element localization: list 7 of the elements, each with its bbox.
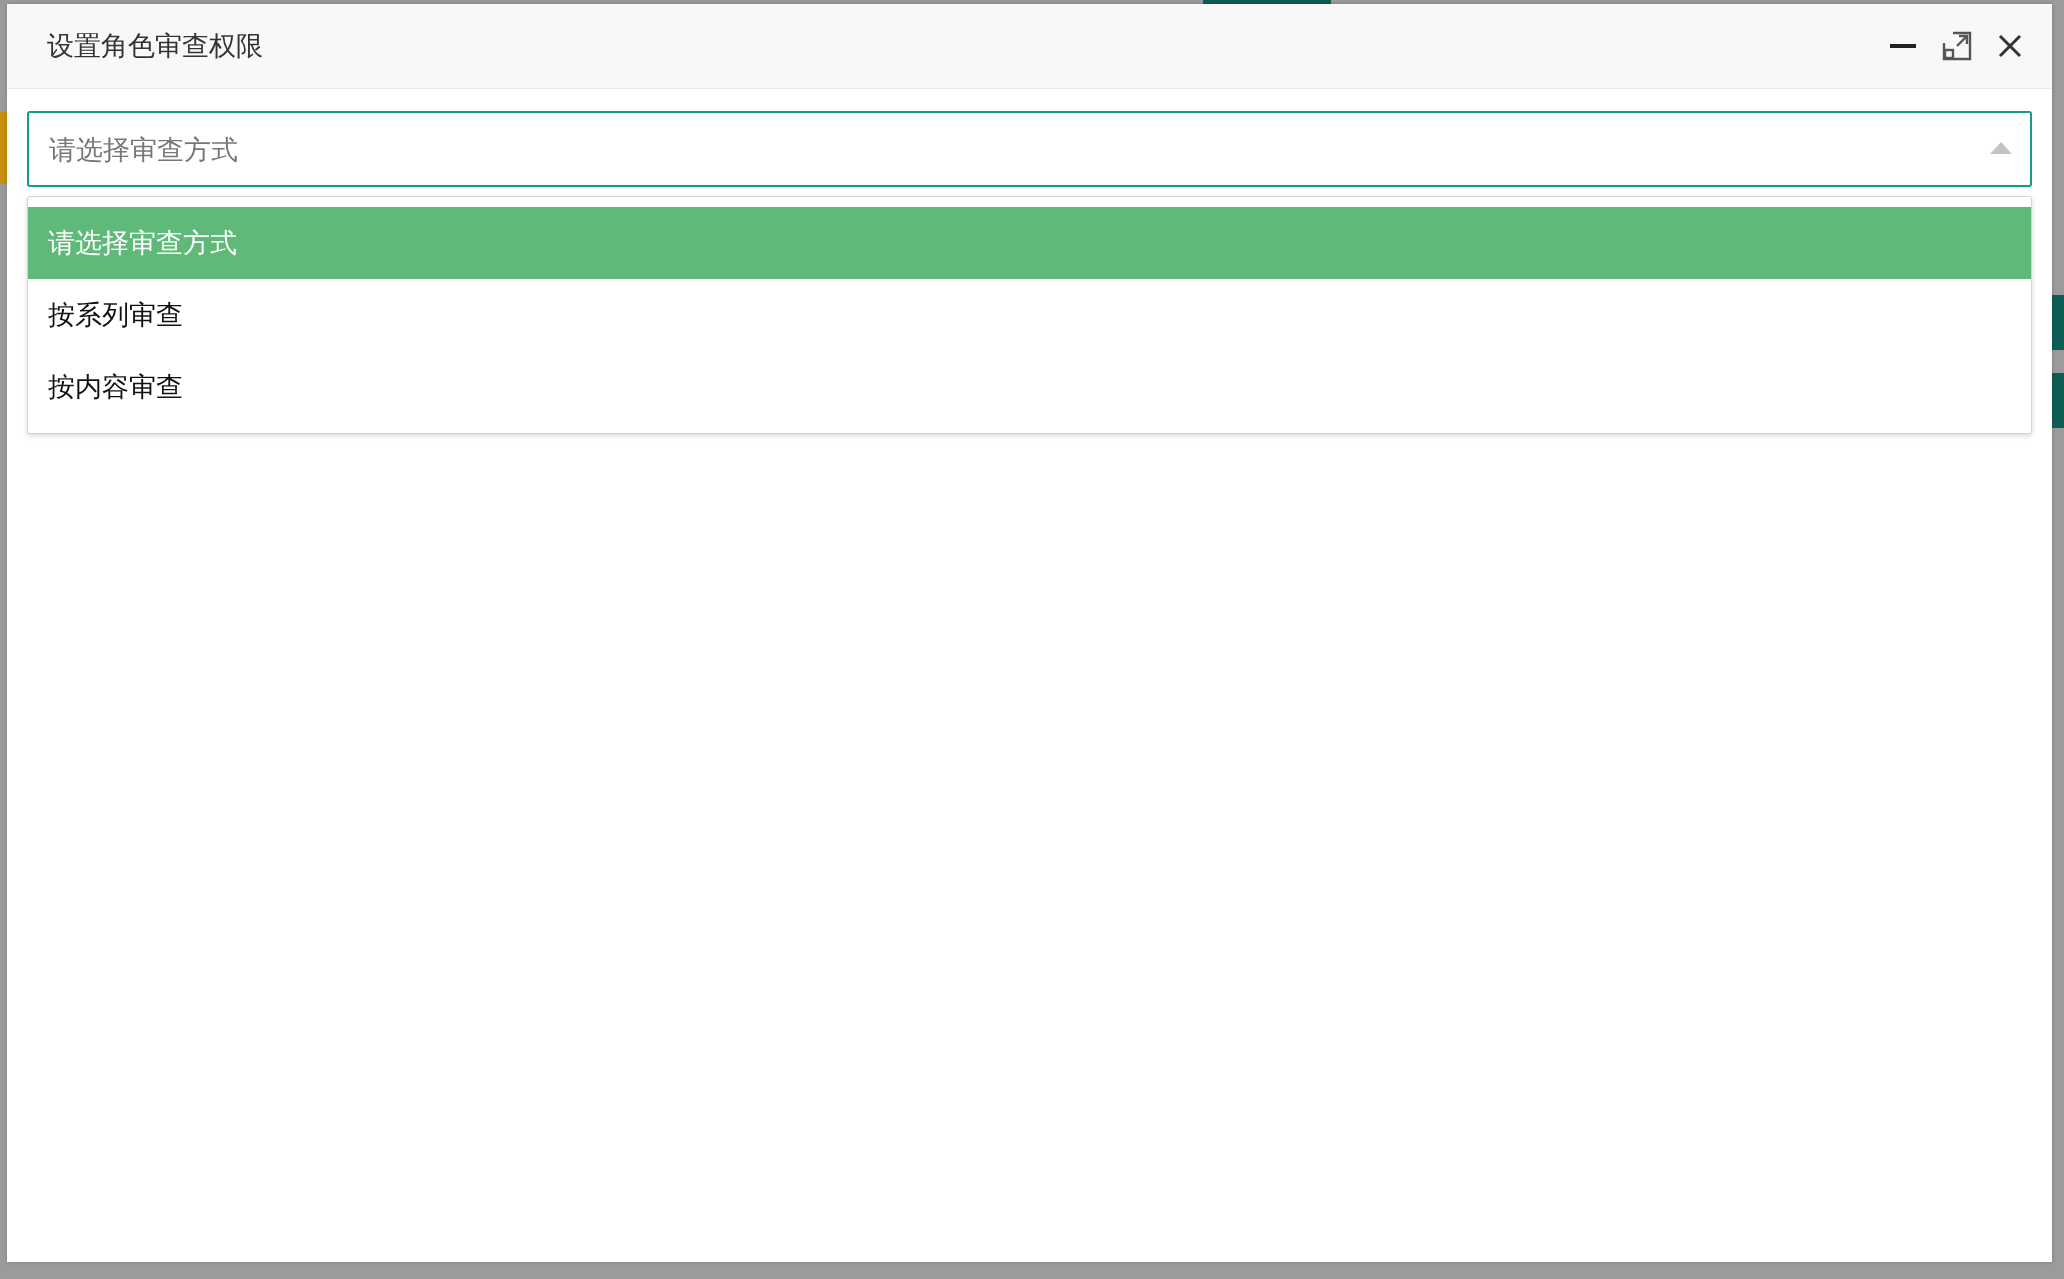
dialog-title: 设置角色审查权限 [47, 29, 263, 63]
maximize-icon[interactable] [1942, 31, 1972, 61]
select-field[interactable]: 请选择审查方式 [27, 111, 2032, 187]
dropdown-option[interactable]: 按系列审查 [28, 279, 2031, 351]
dropdown-option[interactable]: 按内容审查 [28, 351, 2031, 423]
minimize-icon[interactable] [1890, 43, 1916, 49]
close-icon[interactable] [1998, 34, 2022, 58]
